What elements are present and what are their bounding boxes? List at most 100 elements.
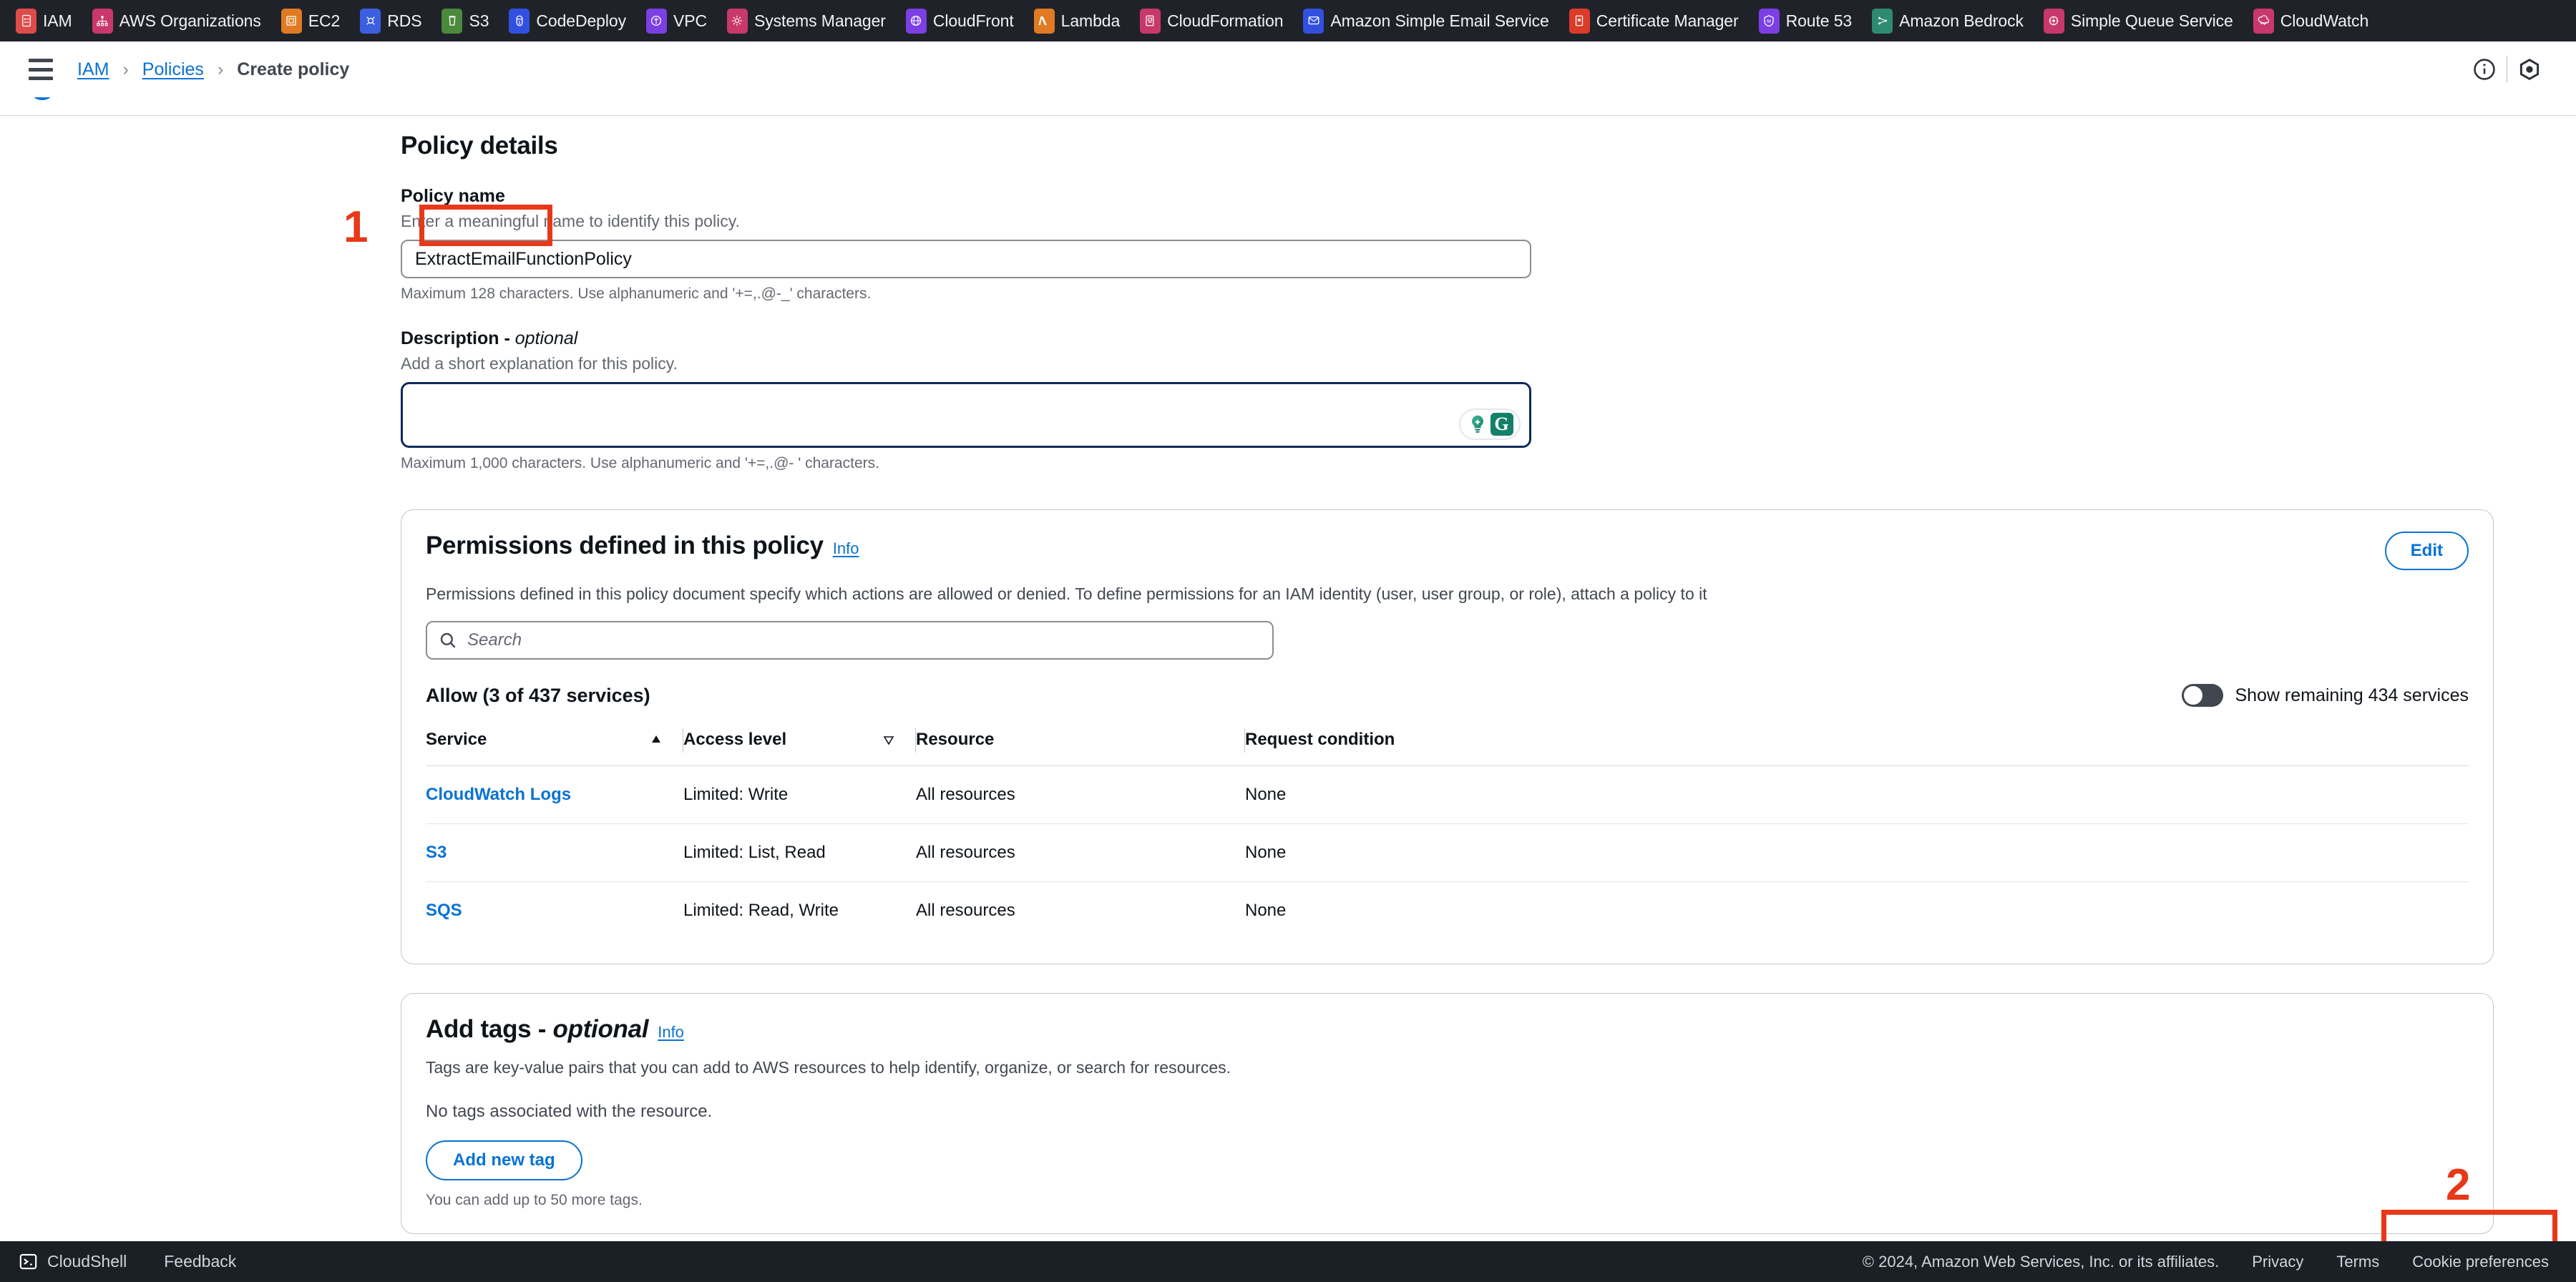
hamburger-icon[interactable] [29,59,53,80]
bookmark-label: AWS Organizations [119,11,261,30]
permissions-search-input[interactable]: Search [426,621,1274,660]
request-condition-cell: None [1245,882,2469,940]
column-header-request-condition[interactable]: Request condition [1245,723,2469,766]
sqs-icon [2043,8,2064,34]
certificate-manager-icon [1568,8,1590,34]
bookmark-amazon-bedrock[interactable]: Amazon Bedrock [1872,8,2034,34]
bookmark-rds[interactable]: RDS [360,8,431,34]
column-header-resource[interactable]: Resource [916,723,1245,766]
bookmark-lambda[interactable]: Lambda [1033,8,1131,34]
bookmark-vpc[interactable]: VPC [645,8,717,34]
bedrock-icon [1872,8,1893,34]
access-level: Limited: Write [683,785,789,804]
service-link-cell: S3 [426,823,683,882]
edit-permissions-button[interactable]: Edit [2384,532,2469,570]
chevron-right-icon: › [217,59,224,79]
service-link[interactable]: SQS [426,901,462,920]
bookmark-cloudformation[interactable]: CloudFormation [1140,8,1293,34]
wizard-step-label[interactable]: Review and create [66,97,228,98]
s3-icon [441,8,463,34]
bookmark-systems-manager[interactable]: Systems Manager [726,8,896,34]
bookmark-label: Lambda [1060,11,1121,30]
service-link-cell: SQS [426,882,683,940]
permissions-search-placeholder: Search [467,630,522,650]
breadcrumb-item-policies[interactable]: Policies [142,59,204,80]
access-level-cell: Limited: Write [683,765,916,824]
lightbulb-icon [1471,415,1483,433]
bookmark-s3[interactable]: S3 [441,8,499,34]
info-circle-icon[interactable] [2462,47,2507,92]
permissions-table: Service Access level Resource Request co… [426,723,2469,939]
column-header-request-condition-label: Request condition [1245,730,1395,749]
bookmark-simple-queue-service[interactable]: Simple Queue Service [2043,8,2243,34]
hexagon-icon[interactable] [2507,47,2552,92]
service-link-cell: CloudWatch Logs [426,765,683,824]
terms-link[interactable]: Terms [2336,1253,2379,1271]
sort-descending-icon [883,736,894,745]
breadcrumb-item-create-policy: Create policy [237,59,350,79]
show-remaining-services-toggle[interactable] [2182,684,2224,707]
bookmark-cloudfront[interactable]: CloudFront [905,8,1024,34]
access-level: Limited: List, Read [683,843,826,862]
column-header-resource-label: Resource [916,730,995,749]
cloudfront-icon [905,8,927,34]
description-textarea[interactable]: G [401,382,1531,448]
bookmark-codedeploy[interactable]: CodeDeploy [509,8,636,34]
service-link[interactable]: CloudWatch Logs [426,785,571,804]
column-header-access-level-label: Access level [683,730,787,749]
bookmark-label: CloudFormation [1167,11,1284,30]
vpc-icon [645,8,667,34]
annotation-marker-2: 2 [2446,1160,2471,1210]
cloudwatch-icon [2253,8,2274,34]
sort-ascending-icon [652,735,660,743]
column-header-access-level[interactable]: Access level [683,723,916,766]
tags-title: Add tags - optional [426,1015,649,1043]
cloudshell-button[interactable]: CloudShell [19,1252,127,1271]
permissions-description: Permissions defined in this policy docum… [426,584,1707,603]
tags-info-link[interactable]: Info [658,1023,684,1041]
bookmark-label: Systems Manager [753,11,886,30]
privacy-link[interactable]: Privacy [2252,1253,2303,1271]
description-label-text: Description - [401,328,515,348]
rds-icon [360,8,381,34]
bookmark-route-53[interactable]: 53 Route 53 [1758,8,1863,34]
allow-summary-label: Allow (3 of 437 services) [426,684,650,706]
bookmark-label: CloudWatch [2280,11,2369,30]
bookmark-amazon-simple-email-service[interactable]: Amazon Simple Email Service [1303,8,1558,34]
grammarly-widget[interactable]: G [1459,408,1521,440]
show-remaining-services-label: Show remaining 434 services [2235,685,2469,705]
permissions-info-link[interactable]: Info [833,539,859,557]
column-header-service[interactable]: Service [426,723,683,766]
grammarly-logo-icon: G [1490,413,1513,436]
ec2-icon [280,8,302,34]
feedback-link[interactable]: Feedback [164,1252,236,1271]
bookmark-label: EC2 [308,11,341,30]
policy-name-description: Enter a meaningful name to identify this… [401,212,740,230]
table-row: SQS Limited: Read, Write All resources None [426,882,2469,940]
svg-text:53: 53 [1767,19,1771,24]
annotation-marker-1: 1 [343,202,369,252]
description-description: Add a short explanation for this policy. [401,354,678,373]
resource-cell: All resources [916,823,1245,882]
cookie-preferences-link[interactable]: Cookie preferences [2412,1253,2549,1271]
bookmark-cloudwatch[interactable]: CloudWatch [2253,8,2379,34]
policy-name-input[interactable]: ExtractEmailFunctionPolicy [401,240,1531,278]
service-link[interactable]: S3 [426,843,447,862]
breadcrumb-bar: IAM › Policies › Create policy [0,41,2576,97]
request-condition-cell: None [1245,765,2469,824]
bookmark-certificate-manager[interactable]: Certificate Manager [1568,8,1749,34]
resource: All resources [916,901,1015,920]
bookmark-ec2[interactable]: EC2 [280,8,350,34]
bookmark-aws-organizations[interactable]: AWS Organizations [92,8,271,34]
table-row: S3 Limited: List, Read All resources None [426,823,2469,882]
breadcrumb-item-iam[interactable]: IAM [77,59,109,80]
bookmark-iam[interactable]: IAM [16,8,82,34]
tags-empty-note: No tags associated with the resource. [426,1102,713,1121]
bookmark-label: VPC [673,11,707,30]
add-new-tag-button[interactable]: Add new tag [426,1140,582,1180]
bookmark-label: RDS [387,11,422,30]
form-actions: Cancel Previous Create policy [401,1234,2494,1241]
tags-title-optional: optional [552,1015,649,1043]
resource-cell: All resources [916,882,1245,940]
organizations-icon [92,8,113,34]
